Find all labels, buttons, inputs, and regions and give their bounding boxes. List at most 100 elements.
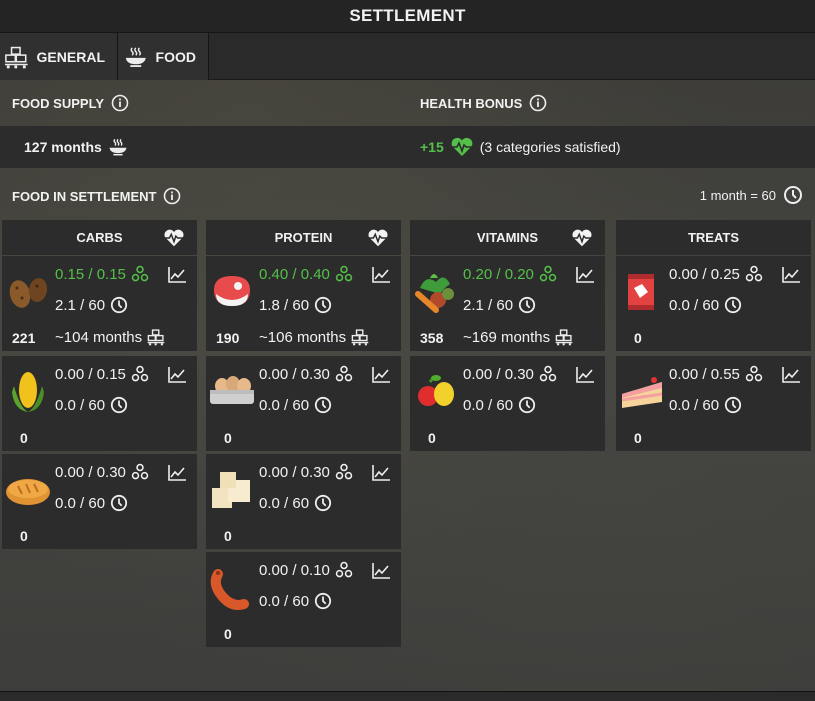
food-item-card[interactable]: 0.00 / 0.10 0.0 / 60 0	[206, 552, 401, 647]
food-bowl-icon	[109, 138, 127, 156]
food-item-card[interactable]: 0.00 / 0.55 0.0 / 60 0	[616, 356, 811, 451]
category-label: CARBS	[76, 230, 123, 245]
food-item-card[interactable]: 0.00 / 0.30 0.0 / 60 0	[206, 454, 401, 549]
ratio-value: 0.00 / 0.30	[55, 463, 126, 481]
line-chart-icon[interactable]	[575, 366, 595, 384]
time-value: 0.0 / 60	[55, 494, 106, 512]
time-line: 0.0 / 60	[55, 494, 128, 512]
tab-bar: GENERAL FOOD	[0, 33, 815, 80]
heart-pulse-icon	[450, 137, 473, 156]
health-bonus-note: (3 categories satisfied)	[479, 139, 621, 155]
line-chart-icon[interactable]	[781, 366, 801, 384]
health-bonus-value-group: +15 (3 categories satisfied)	[420, 126, 621, 168]
food-item-card[interactable]: 0.00 / 0.30 0.0 / 60 0	[410, 356, 605, 451]
nutrient-icon	[335, 463, 353, 480]
months-line: ~169 months	[463, 328, 573, 346]
time-line: 0.0 / 60	[259, 396, 332, 414]
food-supply-label: FOOD SUPPLY	[12, 95, 104, 111]
line-chart-icon[interactable]	[371, 366, 391, 384]
candy-icon	[628, 274, 654, 310]
item-count: 0	[634, 430, 642, 446]
info-icon[interactable]	[163, 187, 181, 205]
food-item-card[interactable]: 0.00 / 0.25 0.0 / 60 0	[616, 256, 811, 351]
eggs-icon	[210, 376, 254, 404]
nutrient-icon	[745, 265, 763, 282]
ratio-line: 0.00 / 0.25	[669, 265, 763, 283]
tab-general[interactable]: GENERAL	[0, 33, 118, 80]
bottom-border	[0, 691, 815, 701]
food-item-card[interactable]: 0.00 / 0.15 0.0 / 60 0	[2, 356, 197, 451]
cake-icon	[621, 377, 663, 408]
ratio-line: 0.00 / 0.10	[259, 561, 353, 579]
time-value: 0.0 / 60	[259, 494, 310, 512]
line-chart-icon[interactable]	[781, 266, 801, 284]
ratio-value: 0.00 / 0.30	[463, 365, 534, 383]
food-item-card[interactable]: 0.15 / 0.15 2.1 / 60 ~104 months 221	[2, 256, 197, 351]
food-bowl-icon	[125, 46, 146, 67]
nutrient-icon	[131, 365, 149, 382]
window-title: SETTLEMENT	[0, 0, 815, 33]
nutrient-icon	[335, 365, 353, 382]
time-line: 2.1 / 60	[55, 296, 128, 314]
clock-icon	[518, 396, 536, 414]
info-icon[interactable]	[111, 94, 129, 112]
time-value: 0.0 / 60	[55, 396, 106, 414]
ratio-value: 0.00 / 0.30	[259, 365, 330, 383]
time-value: 0.0 / 60	[259, 592, 310, 610]
time-line: 0.0 / 60	[259, 592, 332, 610]
food-in-settlement-title: FOOD IN SETTLEMENT	[12, 187, 181, 205]
food-item-card[interactable]: 0.40 / 0.40 1.8 / 60 ~106 months 190	[206, 256, 401, 351]
time-value: 0.0 / 60	[259, 396, 310, 414]
time-value: 0.0 / 60	[463, 396, 514, 414]
ratio-value: 0.00 / 0.55	[669, 365, 740, 383]
item-count: 358	[420, 330, 444, 346]
month-rate-text: 1 month = 60	[699, 187, 776, 203]
food-item-card[interactable]: 0.20 / 0.20 2.1 / 60 ~169 months 358	[410, 256, 605, 351]
vegetables-icon	[415, 274, 454, 313]
time-value: 2.1 / 60	[55, 296, 106, 314]
nutrient-icon	[131, 463, 149, 480]
tofu-icon	[212, 472, 250, 508]
food-in-settlement-header: FOOD IN SETTLEMENT 1 month = 60	[0, 173, 815, 219]
food-item-card[interactable]: 0.00 / 0.30 0.0 / 60 0	[2, 454, 197, 549]
line-chart-icon[interactable]	[575, 266, 595, 284]
nutrient-icon	[539, 265, 557, 282]
time-line: 0.0 / 60	[669, 396, 742, 414]
food-in-settlement-label: FOOD IN SETTLEMENT	[12, 188, 157, 204]
meat-icon	[214, 276, 250, 306]
line-chart-icon[interactable]	[167, 464, 187, 482]
category-label: PROTEIN	[274, 230, 333, 245]
line-chart-icon[interactable]	[371, 562, 391, 580]
line-chart-icon[interactable]	[167, 366, 187, 384]
months-line: ~104 months	[55, 328, 165, 346]
clock-icon	[784, 186, 802, 204]
clock-icon	[314, 592, 332, 610]
time-line: 1.8 / 60	[259, 296, 332, 314]
food-supply-header: FOOD SUPPLY	[12, 94, 129, 112]
category-label: TREATS	[687, 230, 740, 245]
clock-icon	[110, 494, 128, 512]
ratio-value: 0.00 / 0.30	[259, 463, 330, 481]
item-count: 0	[20, 528, 28, 544]
time-line: 0.0 / 60	[55, 396, 128, 414]
ratio-value: 0.00 / 0.15	[55, 365, 126, 383]
line-chart-icon[interactable]	[371, 266, 391, 284]
tab-food[interactable]: FOOD	[118, 33, 209, 80]
bread-icon	[6, 479, 50, 505]
health-bonus-header: HEALTH BONUS	[420, 94, 547, 112]
food-item-card[interactable]: 0.00 / 0.30 0.0 / 60 0	[206, 356, 401, 451]
ratio-value: 0.15 / 0.15	[55, 265, 126, 283]
months-line: ~106 months	[259, 328, 369, 346]
time-line: 0.0 / 60	[259, 494, 332, 512]
warehouse-icon	[147, 329, 165, 346]
warehouse-icon	[4, 46, 28, 68]
info-icon[interactable]	[529, 94, 547, 112]
line-chart-icon[interactable]	[167, 266, 187, 284]
category-header-vitamins: VITAMINS	[410, 220, 605, 255]
clock-icon	[314, 494, 332, 512]
line-chart-icon[interactable]	[371, 464, 391, 482]
time-value: 1.8 / 60	[259, 296, 310, 314]
tab-food-label: FOOD	[155, 48, 196, 65]
window-title-text: SETTLEMENT	[349, 6, 466, 25]
category-header-protein: PROTEIN	[206, 220, 401, 255]
